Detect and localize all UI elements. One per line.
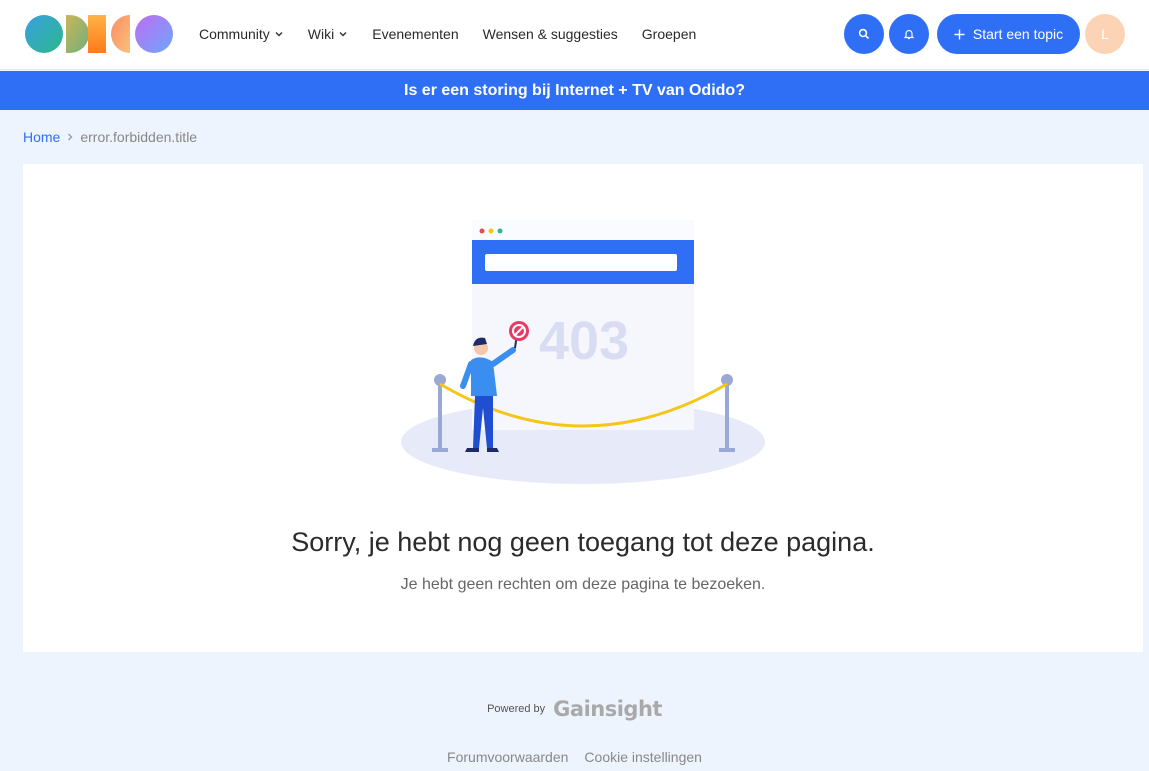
error-code: 403 bbox=[539, 311, 629, 371]
main-nav: Community Wiki Evenementen Wensen & sugg… bbox=[199, 0, 696, 68]
breadcrumb-home-link[interactable]: Home bbox=[23, 129, 60, 145]
error-subtitle: Je hebt geen rechten om deze pagina te b… bbox=[400, 576, 766, 593]
nav-community-label: Community bbox=[199, 26, 270, 42]
nav-wiki-label: Wiki bbox=[307, 26, 335, 42]
start-topic-label: Start een topic bbox=[972, 26, 1064, 42]
powered-by-label: Powered by bbox=[487, 703, 546, 715]
outage-banner-text: Is er een storing bij Internet + TV van … bbox=[404, 81, 745, 99]
footer-links: Forumvoorwaarden Cookie instellingen bbox=[0, 749, 1149, 765]
forbidden-illustration: 403 bbox=[401, 220, 765, 484]
breadcrumb-current: error.forbidden.title bbox=[80, 129, 198, 145]
outage-banner[interactable]: Is er een storing bij Internet + TV van … bbox=[0, 71, 1149, 110]
chevron-down-icon bbox=[275, 32, 283, 37]
chevron-right-icon bbox=[68, 133, 73, 141]
bell-icon bbox=[903, 29, 915, 40]
plus-icon bbox=[954, 29, 965, 39]
user-avatar[interactable]: L bbox=[1085, 14, 1125, 54]
search-icon bbox=[858, 28, 870, 40]
nav-groepen-label: Groepen bbox=[641, 26, 697, 42]
search-button[interactable] bbox=[844, 14, 884, 54]
error-title: Sorry, je hebt nog geen toegang tot deze… bbox=[291, 527, 875, 557]
breadcrumb: Home error.forbidden.title bbox=[23, 129, 197, 145]
nav-wiki[interactable]: Wiki bbox=[308, 26, 348, 42]
footer-link-cookie-instellingen[interactable]: Cookie instellingen bbox=[584, 749, 702, 765]
footer-link-forumvoorwaarden[interactable]: Forumvoorwaarden bbox=[447, 749, 568, 765]
nav-wensen-suggesties[interactable]: Wensen & suggesties bbox=[483, 26, 618, 42]
nav-community[interactable]: Community bbox=[199, 26, 284, 42]
start-topic-button[interactable]: Start een topic bbox=[937, 14, 1080, 54]
nav-groepen[interactable]: Groepen bbox=[642, 26, 696, 42]
notifications-button[interactable] bbox=[889, 14, 929, 54]
odido-logo[interactable] bbox=[24, 14, 174, 54]
error-card: 403 Sorry, je hebt nog geen toegang tot … bbox=[23, 164, 1143, 652]
gainsight-logo[interactable]: Gainsight bbox=[553, 697, 662, 721]
top-header: Community Wiki Evenementen Wensen & sugg… bbox=[0, 0, 1149, 70]
chevron-down-icon bbox=[339, 32, 347, 37]
nav-evenementen-label: Evenementen bbox=[372, 26, 459, 42]
nav-wensen-label: Wensen & suggesties bbox=[482, 26, 618, 42]
nav-evenementen[interactable]: Evenementen bbox=[372, 26, 458, 42]
powered-by: Powered by Gainsight bbox=[0, 697, 1149, 721]
